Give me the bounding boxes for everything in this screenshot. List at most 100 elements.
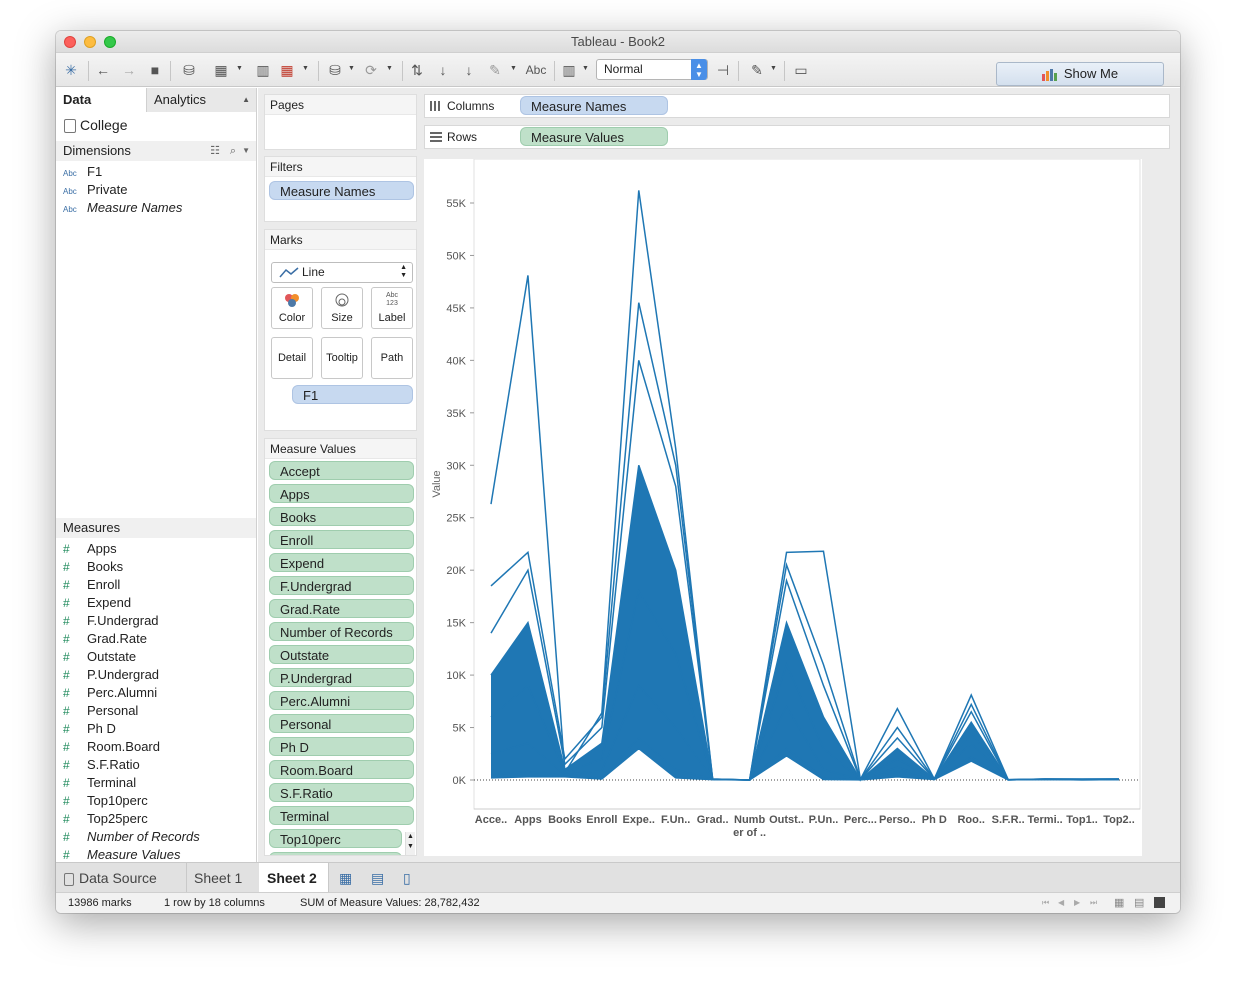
measure-field[interactable]: # Perc.Alumni: [63, 684, 157, 702]
tableau-logo-icon[interactable]: ✳: [62, 62, 80, 78]
measure-value-pill[interactable]: Room.Board: [269, 760, 414, 779]
measure-field[interactable]: # Books: [63, 558, 123, 576]
filter-pill-measure-names[interactable]: Measure Names: [269, 181, 414, 200]
measure-field[interactable]: # Terminal: [63, 774, 136, 792]
measure-field[interactable]: # F.Undergrad: [63, 612, 159, 630]
highlight-icon[interactable]: ✎: [486, 62, 504, 78]
duplicate-sheet-icon[interactable]: ▥: [254, 62, 272, 78]
show-me-button[interactable]: Show Me: [996, 62, 1164, 86]
new-worksheet-caret-icon[interactable]: ▼: [236, 65, 243, 72]
measure-value-pill[interactable]: Outstate: [269, 645, 414, 664]
path-button[interactable]: Path: [371, 337, 413, 379]
measure-field[interactable]: # Top10perc: [63, 792, 148, 810]
mark-type-dropdown[interactable]: Line ▲ ▼: [271, 262, 413, 283]
measure-field[interactable]: # Ph D: [63, 720, 116, 738]
chart-view[interactable]: 0K 5K 10K 15K 20K 25K 30K 35K 40K 45K 50K 55K Value A…: [424, 158, 1142, 856]
measure-value-pill[interactable]: Enroll: [269, 530, 414, 549]
measure-value-pill[interactable]: Apps: [269, 484, 414, 503]
pages-card[interactable]: Pages: [264, 94, 417, 150]
show-sheet-sorter-icon[interactable]: ▦: [1114, 893, 1124, 913]
measure-value-pill[interactable]: Books: [269, 507, 414, 526]
refresh-icon[interactable]: ⟳: [362, 62, 380, 78]
new-datasource-icon[interactable]: ⛁: [180, 62, 198, 78]
close-window-button[interactable]: [64, 36, 76, 48]
measure-field[interactable]: # S.F.Ratio: [63, 756, 140, 774]
measure-value-pill[interactable]: Top25perc: [269, 852, 402, 855]
pause-updates-caret-icon[interactable]: ▼: [348, 65, 355, 72]
tab-analytics[interactable]: Analytics ▲: [146, 88, 256, 112]
tab-data-source[interactable]: Data Source: [56, 863, 187, 893]
fit-dropdown[interactable]: Normal ▲ ▼: [596, 59, 708, 80]
measure-value-pill[interactable]: P.Undergrad: [269, 668, 414, 687]
show-tabs-icon[interactable]: [1154, 897, 1165, 908]
color-button[interactable]: Color: [271, 287, 313, 329]
sort-ascending-icon[interactable]: ↓: [434, 62, 452, 78]
undo-icon[interactable]: ←: [94, 62, 112, 78]
measure-value-pill[interactable]: Ph D: [269, 737, 414, 756]
scrollbar[interactable]: ▲ ▼: [405, 832, 415, 855]
measure-field[interactable]: # Personal: [63, 702, 138, 720]
scroll-up-icon[interactable]: ▲: [406, 832, 415, 842]
detail-pill-f1[interactable]: F1: [292, 385, 413, 404]
show-mark-labels-icon[interactable]: Abc: [522, 62, 550, 78]
scroll-down-icon[interactable]: ▼: [406, 842, 415, 852]
fixed-axes-caret-icon[interactable]: ▼: [582, 65, 589, 72]
new-worksheet-tab-icon[interactable]: ▦: [339, 870, 352, 887]
measure-value-pill[interactable]: F.Undergrad: [269, 576, 414, 595]
search-icon[interactable]: ⌕: [230, 141, 236, 161]
measure-value-pill[interactable]: Top10perc: [269, 829, 402, 848]
measure-value-pill[interactable]: Perc.Alumni: [269, 691, 414, 710]
first-sheet-icon[interactable]: ⏮: [1042, 893, 1049, 913]
tab-data[interactable]: Data: [56, 88, 146, 112]
detail-button[interactable]: Detail: [271, 337, 313, 379]
save-icon[interactable]: ■: [146, 62, 164, 78]
new-story-tab-icon[interactable]: ▯: [403, 870, 411, 887]
label-button[interactable]: Abc 123 Label: [371, 287, 413, 329]
clear-sheet-caret-icon[interactable]: ▼: [302, 65, 309, 72]
filters-card[interactable]: Filters Measure Names: [264, 156, 417, 222]
line-chart[interactable]: 0K 5K 10K 15K 20K 25K 30K 35K 40K 45K 50K 55K Value A…: [424, 158, 1142, 856]
measure-field[interactable]: # P.Undergrad: [63, 666, 159, 684]
measure-field[interactable]: # Number of Records: [63, 828, 200, 846]
pause-updates-icon[interactable]: ⛁: [326, 62, 344, 78]
tab-sheet-2[interactable]: Sheet 2: [259, 863, 329, 893]
pane-menu-caret-icon[interactable]: ▲: [242, 88, 250, 112]
dimension-field[interactable]: Abc F1: [63, 163, 102, 181]
pen-tool-icon[interactable]: ✎: [748, 62, 766, 78]
dimensions-menu-caret-icon[interactable]: ▼: [242, 141, 250, 161]
fixed-axes-icon[interactable]: ▥: [560, 62, 578, 78]
rows-shelf[interactable]: Rows Measure Values: [424, 125, 1170, 149]
last-sheet-icon[interactable]: ⏭: [1090, 893, 1097, 913]
measure-value-pill[interactable]: Grad.Rate: [269, 599, 414, 618]
highlight-caret-icon[interactable]: ▼: [510, 65, 517, 72]
tooltip-button[interactable]: Tooltip: [321, 337, 363, 379]
rows-pill-measure-values[interactable]: Measure Values: [520, 127, 668, 146]
view-options-icon[interactable]: ☷: [210, 141, 220, 161]
columns-pill-measure-names[interactable]: Measure Names: [520, 96, 668, 115]
measure-value-pill[interactable]: S.F.Ratio: [269, 783, 414, 802]
pin-icon[interactable]: ⊣: [714, 62, 732, 78]
show-filmstrip-icon[interactable]: ▤: [1134, 893, 1144, 913]
measure-field[interactable]: # Expend: [63, 594, 131, 612]
tab-sheet-1[interactable]: Sheet 1: [186, 863, 260, 893]
sort-descending-icon[interactable]: ↓: [460, 62, 478, 78]
measure-value-pill[interactable]: Personal: [269, 714, 414, 733]
measure-field[interactable]: # Grad.Rate: [63, 630, 147, 648]
measure-field[interactable]: # Outstate: [63, 648, 136, 666]
presentation-mode-icon[interactable]: ▭: [792, 62, 810, 78]
measure-value-pill[interactable]: Expend: [269, 553, 414, 572]
prev-sheet-icon[interactable]: ◀: [1058, 893, 1064, 913]
columns-shelf[interactable]: Columns Measure Names: [424, 94, 1170, 118]
measure-value-pill[interactable]: Terminal: [269, 806, 414, 825]
datasource-item[interactable]: College: [64, 116, 127, 134]
measure-field[interactable]: # Enroll: [63, 576, 120, 594]
minimize-window-button[interactable]: [84, 36, 96, 48]
clear-sheet-icon[interactable]: ▦: [278, 62, 296, 78]
dimension-field[interactable]: Abc Measure Names: [63, 199, 182, 217]
measure-value-pill[interactable]: Accept: [269, 461, 414, 480]
measure-field[interactable]: # Apps: [63, 540, 117, 558]
new-worksheet-icon[interactable]: ▦: [212, 62, 230, 78]
zoom-window-button[interactable]: [104, 36, 116, 48]
measure-value-pill[interactable]: Number of Records: [269, 622, 414, 641]
redo-icon[interactable]: →: [120, 62, 138, 78]
